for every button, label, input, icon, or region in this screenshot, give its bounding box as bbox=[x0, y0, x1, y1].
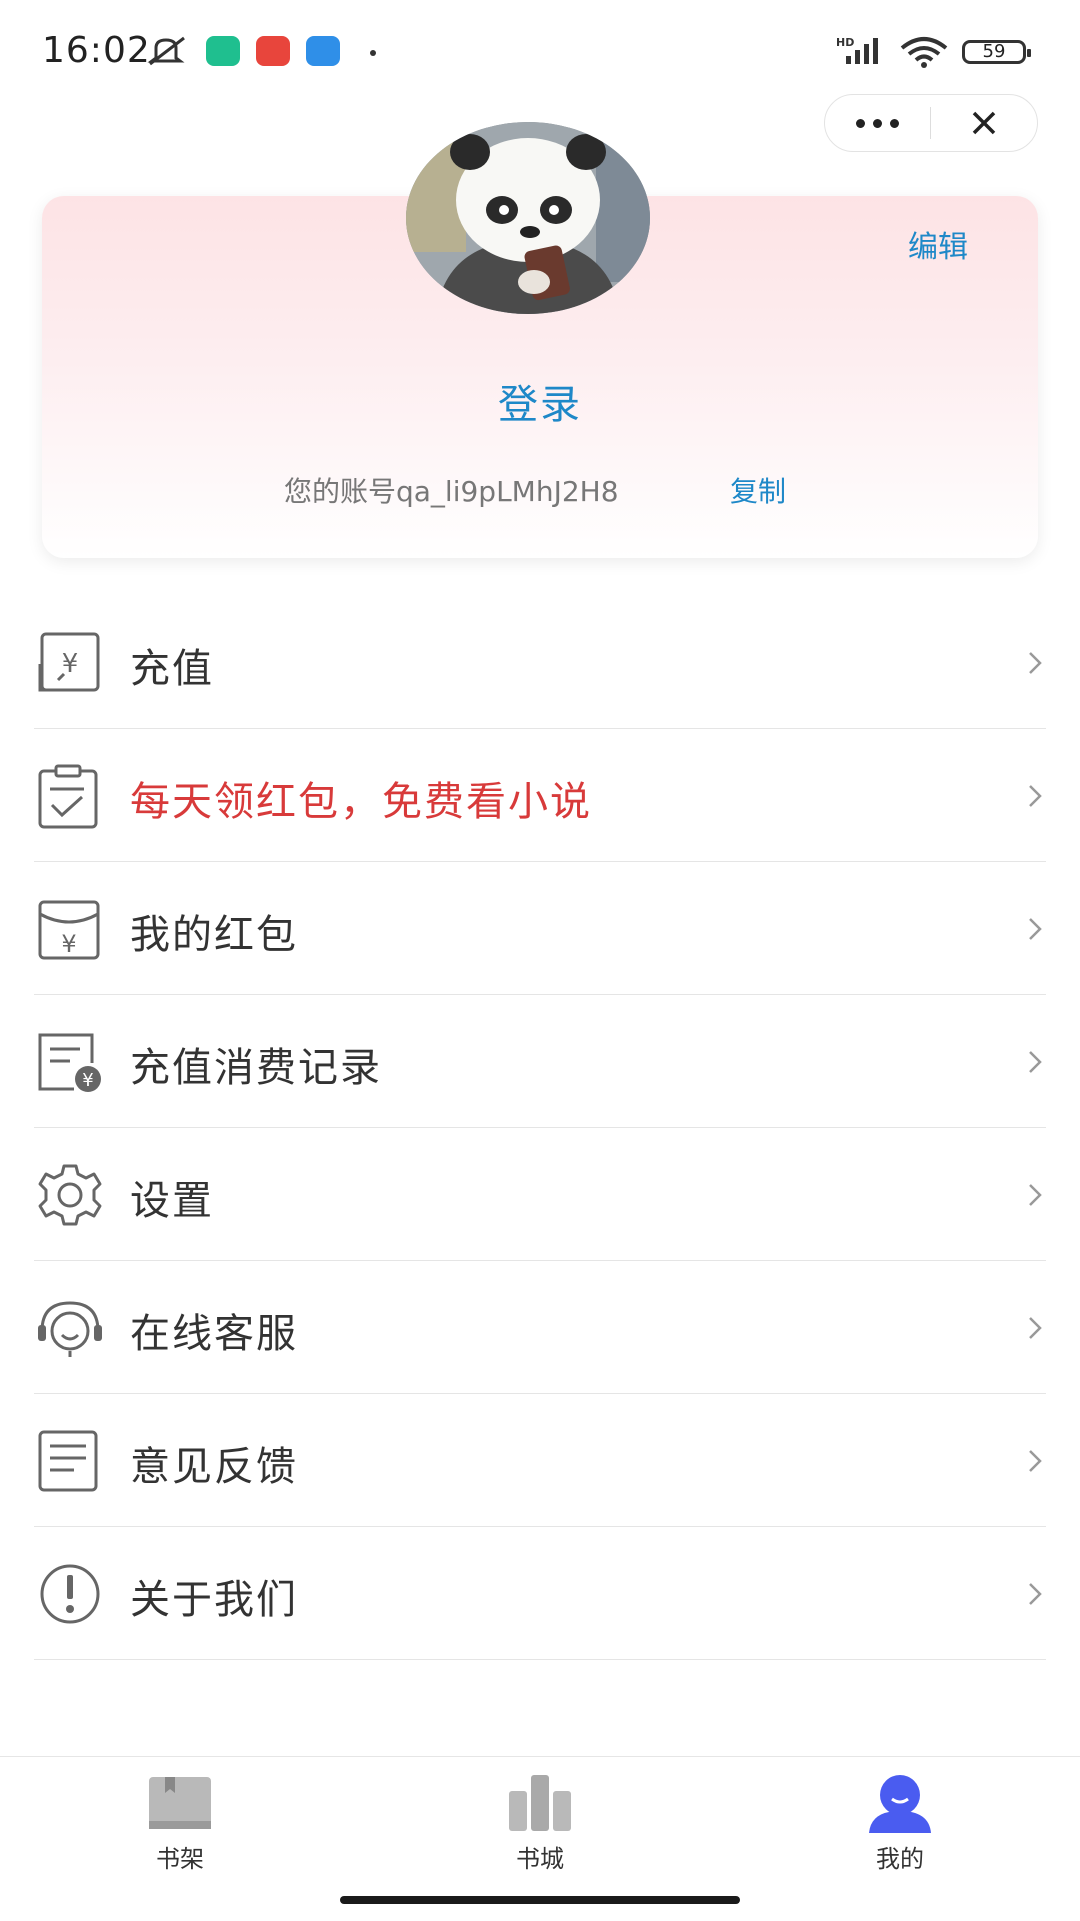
tab-label: 书架 bbox=[156, 1845, 204, 1873]
chevron-right-icon bbox=[1029, 1583, 1042, 1605]
app-notify-green-icon bbox=[206, 36, 240, 66]
edit-profile-link[interactable]: 编辑 bbox=[908, 222, 968, 266]
bookshelf-icon bbox=[149, 1777, 211, 1829]
menu-item-about-us[interactable]: 关于我们 bbox=[34, 1527, 1046, 1660]
status-bar: 16:02 HD 59 bbox=[0, 0, 1080, 100]
home-indicator[interactable] bbox=[340, 1896, 740, 1904]
recharge-yuan-icon: ¥ bbox=[38, 632, 100, 692]
notification-dot-icon bbox=[370, 50, 376, 56]
tab-bookstore[interactable]: 书城 bbox=[360, 1757, 720, 1897]
app-notify-blue-icon bbox=[306, 36, 340, 66]
gear-icon bbox=[38, 1164, 102, 1226]
chevron-right-icon bbox=[1029, 1450, 1042, 1472]
wifi-icon bbox=[900, 37, 948, 68]
app-notify-red-icon bbox=[256, 36, 290, 66]
headset-icon bbox=[38, 1301, 102, 1357]
menu-item-feedback[interactable]: 意见反馈 bbox=[34, 1394, 1046, 1527]
chevron-right-icon bbox=[1029, 1317, 1042, 1339]
menu-item-recharge[interactable]: ¥ 充值 bbox=[34, 596, 1046, 729]
menu-item-label: 我的红包 bbox=[130, 912, 298, 958]
svg-text:¥: ¥ bbox=[62, 649, 79, 679]
close-x-icon[interactable] bbox=[931, 95, 1036, 151]
miniprogram-capsule bbox=[824, 94, 1038, 152]
cellular-signal-icon: HD bbox=[836, 36, 878, 64]
menu-item-recharge-records[interactable]: ¥ 充值消费记录 bbox=[34, 995, 1046, 1128]
record-bill-icon: ¥ bbox=[38, 1033, 101, 1092]
avatar[interactable] bbox=[406, 122, 650, 314]
bookstore-icon bbox=[509, 1775, 571, 1831]
chevron-right-icon bbox=[1029, 1184, 1042, 1206]
copy-account-link[interactable]: 复制 bbox=[730, 470, 786, 510]
checklist-icon bbox=[38, 764, 98, 829]
menu-item-label: 充值消费记录 bbox=[130, 1045, 382, 1091]
chevron-right-icon bbox=[1029, 785, 1042, 807]
menu-list: ¥ 充值 每天领红包，免费看小说 ¥ 我的红包 ¥ 充值消费记录 设置 在线客服… bbox=[34, 596, 1046, 1660]
red-envelope-icon: ¥ bbox=[38, 900, 100, 960]
menu-item-customer-service[interactable]: 在线客服 bbox=[34, 1261, 1046, 1394]
login-button[interactable]: 登录 bbox=[0, 372, 1080, 430]
chevron-right-icon bbox=[1029, 918, 1042, 940]
menu-item-label: 充值 bbox=[130, 646, 214, 692]
status-time: 16:02 bbox=[42, 30, 151, 71]
menu-item-label: 意见反馈 bbox=[130, 1444, 298, 1490]
menu-item-daily-redpacket[interactable]: 每天领红包，免费看小说 bbox=[34, 729, 1046, 862]
tab-bookshelf[interactable]: 书架 bbox=[0, 1757, 360, 1897]
menu-item-label: 在线客服 bbox=[130, 1311, 298, 1357]
info-exclamation-icon bbox=[40, 1564, 100, 1624]
chevron-right-icon bbox=[1029, 652, 1042, 674]
battery-indicator: 59 bbox=[962, 40, 1031, 64]
svg-text:HD: HD bbox=[836, 36, 854, 49]
account-id-text: 您的账号qa_li9pLMhJ2H8 bbox=[284, 475, 619, 508]
tab-label: 书城 bbox=[516, 1845, 564, 1873]
menu-item-label: 设置 bbox=[130, 1178, 214, 1224]
menu-item-label: 关于我们 bbox=[130, 1577, 298, 1623]
svg-text:¥: ¥ bbox=[82, 1070, 93, 1091]
tab-label: 我的 bbox=[876, 1845, 924, 1873]
chevron-right-icon bbox=[1029, 1051, 1042, 1073]
svg-text:¥: ¥ bbox=[61, 930, 76, 958]
menu-item-my-redpacket[interactable]: ¥ 我的红包 bbox=[34, 862, 1046, 995]
feedback-doc-icon bbox=[38, 1430, 98, 1492]
menu-item-settings[interactable]: 设置 bbox=[34, 1128, 1046, 1261]
tab-mine[interactable]: 我的 bbox=[720, 1757, 1080, 1897]
profile-user-icon bbox=[869, 1775, 931, 1833]
mute-icon bbox=[147, 36, 185, 66]
menu-item-label: 每天领红包，免费看小说 bbox=[130, 779, 592, 825]
more-dots-icon[interactable] bbox=[825, 95, 930, 151]
